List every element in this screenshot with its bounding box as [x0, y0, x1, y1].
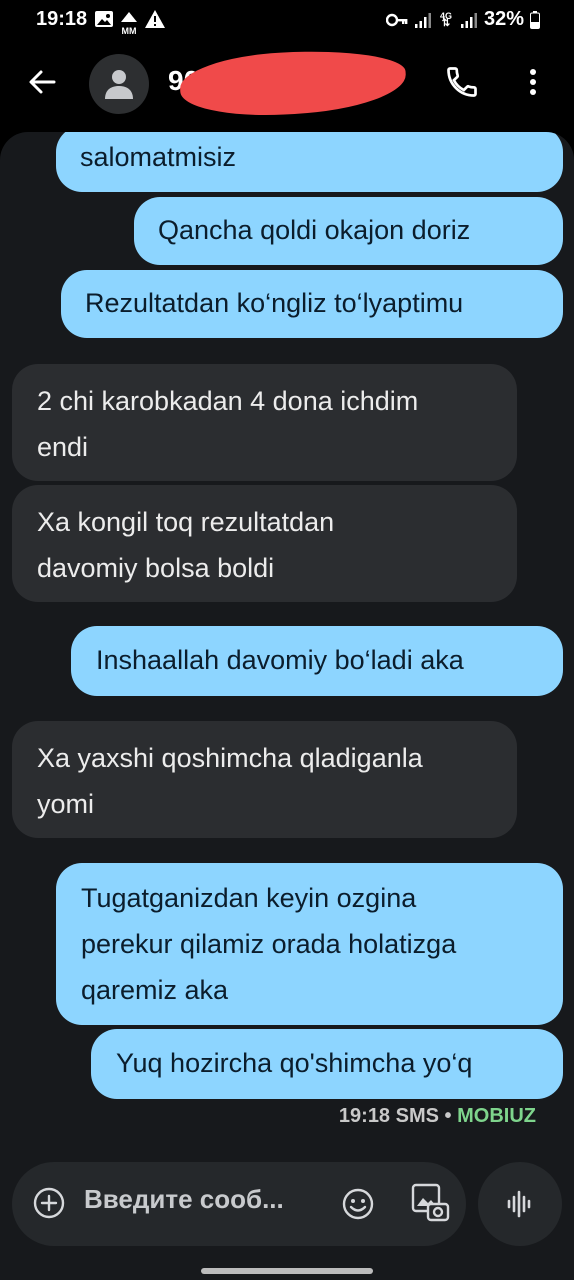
- person-icon: [105, 70, 133, 99]
- network-type: 4G ⇅: [439, 10, 452, 29]
- message-bubble-incoming[interactable]: Xa kongil toq rezultatdan davomiy bolsa …: [12, 485, 517, 602]
- message-bubble-outgoing[interactable]: Tugatganizdan keyin ozgina perekur qilam…: [56, 863, 563, 1025]
- message-list[interactable]: salomatmisiz Qancha qoldi okajon doriz R…: [0, 132, 574, 1280]
- home-indicator[interactable]: [201, 1268, 373, 1274]
- carrier-name: MOBIUZ: [457, 1105, 536, 1127]
- message-text: yomi: [37, 789, 95, 819]
- message-text: Xa kongil toq rezultatdan: [37, 507, 335, 537]
- call-button[interactable]: [444, 64, 480, 100]
- message-text: Rezultatdan ko‘ngliz to‘lyaptimu: [85, 288, 464, 318]
- message-text: salomatmisiz: [80, 142, 237, 172]
- message-timestamp: 19:18 SMS • MOBIUZ: [338, 1105, 536, 1127]
- message-bubble-outgoing[interactable]: Yuq hozircha qo'shimcha yo‘q: [91, 1029, 563, 1099]
- vpn-key-icon: [385, 13, 408, 26]
- message-text: Inshaallah davomiy bo‘ladi aka: [96, 645, 464, 675]
- back-arrow-icon: [29, 70, 56, 94]
- more-vert-icon: [530, 69, 536, 95]
- signal-icon: [460, 12, 477, 28]
- mm-icon: MM: [120, 9, 138, 36]
- status-time: 19:18: [36, 8, 88, 30]
- voice-message-button[interactable]: [478, 1162, 562, 1246]
- warning-icon: [145, 10, 165, 28]
- message-bubble-outgoing[interactable]: salomatmisiz: [56, 132, 563, 192]
- status-bar: 19:18 MM 4G ⇅ 32%: [0, 0, 574, 40]
- system-icons: 4G ⇅ 32%: [385, 8, 540, 31]
- emoji-icon: [342, 1188, 374, 1220]
- conversation-header: 90: [0, 40, 574, 130]
- message-bubble-outgoing[interactable]: Qancha qoldi okajon doriz: [134, 197, 563, 265]
- signal-icon: [414, 12, 431, 28]
- message-text: Yuq hozircha qo'shimcha yo‘q: [116, 1048, 473, 1078]
- message-text: Tugatganizdan keyin ozgina: [81, 883, 417, 913]
- phone-icon: [447, 67, 477, 97]
- gallery-icon: [411, 1183, 450, 1222]
- message-text: Xa yaxshi qoshimcha qladiganla: [37, 743, 423, 773]
- notification-icons: MM: [94, 9, 166, 36]
- add-attachment-button[interactable]: [32, 1186, 66, 1220]
- battery-icon: [530, 10, 540, 29]
- message-bubble-incoming[interactable]: 2 chi karobkadan 4 dona ichdim endi: [12, 364, 517, 481]
- gallery-button[interactable]: [410, 1182, 450, 1224]
- message-composer[interactable]: Введите сооб...: [12, 1162, 466, 1246]
- message-text: qaremiz aka: [81, 975, 229, 1005]
- message-text: endi: [37, 432, 89, 462]
- message-input[interactable]: Введите сооб...: [84, 1184, 284, 1215]
- image-icon: [95, 11, 113, 27]
- message-bubble-incoming[interactable]: Xa yaxshi qoshimcha qladiganla yomi: [12, 721, 517, 838]
- message-bubble-outgoing[interactable]: Inshaallah davomiy bo‘ladi aka: [71, 626, 563, 696]
- add-circle-icon: [33, 1187, 65, 1219]
- voice-waveform-icon: [507, 1190, 531, 1218]
- redaction-scribble: [178, 46, 408, 120]
- emoji-button[interactable]: [340, 1186, 376, 1222]
- message-text: perekur qilamiz orada holatizga: [81, 929, 457, 959]
- message-text: Qancha qoldi okajon doriz: [158, 215, 471, 245]
- message-bubble-outgoing[interactable]: Rezultatdan ko‘ngliz to‘lyaptimu: [61, 270, 563, 338]
- more-options-button[interactable]: [516, 64, 550, 100]
- message-text: davomiy bolsa boldi: [37, 553, 275, 583]
- message-text: 2 chi karobkadan 4 dona ichdim: [37, 386, 419, 416]
- battery-percent: 32%: [483, 8, 524, 30]
- back-button[interactable]: [24, 64, 60, 100]
- contact-avatar[interactable]: [89, 54, 149, 114]
